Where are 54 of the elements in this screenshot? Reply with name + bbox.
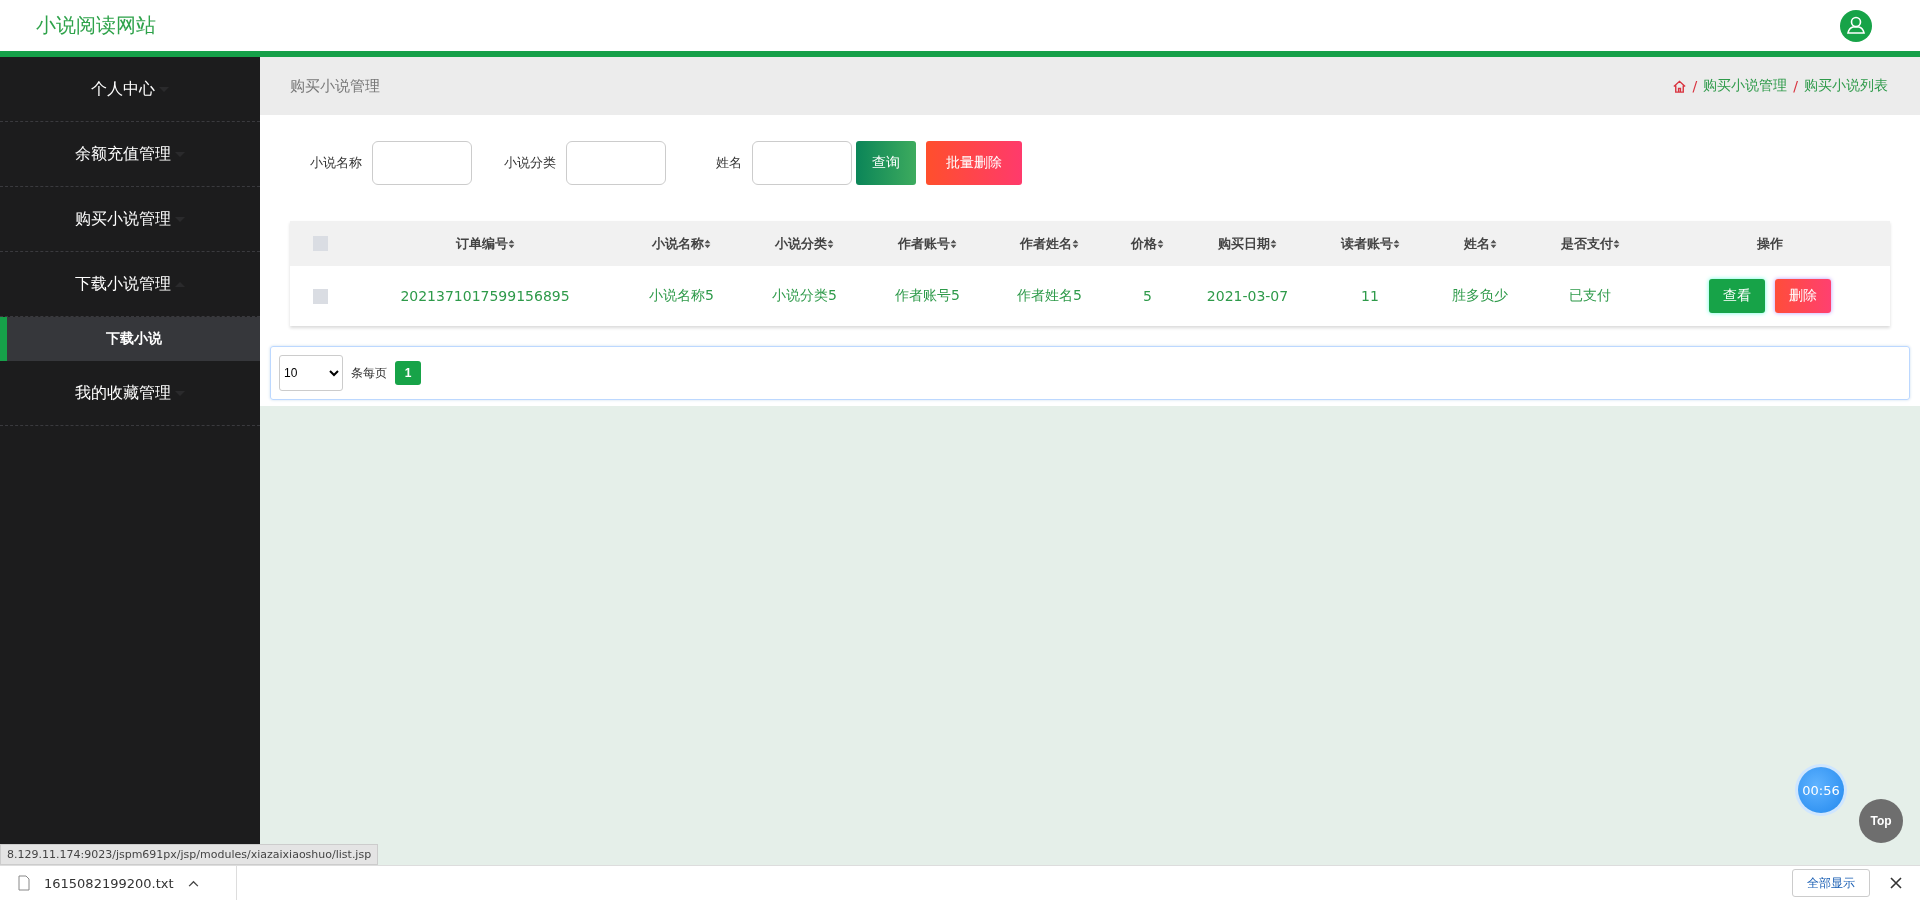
sort-icon[interactable] — [950, 238, 957, 249]
field-label: 小说分类 — [504, 154, 556, 172]
back-to-top-button[interactable]: Top — [1859, 799, 1903, 843]
checkbox[interactable] — [312, 288, 328, 304]
table-cell: 5 — [1143, 288, 1152, 304]
sort-icon[interactable] — [1270, 238, 1277, 249]
sort-icon[interactable] — [1489, 238, 1497, 249]
breadcrumb-separator: / — [1692, 78, 1698, 94]
column-header[interactable]: 作者账号 — [898, 234, 950, 253]
column-header[interactable]: 是否支付 — [1560, 234, 1613, 253]
table-cell: 2021-03-07 — [1206, 288, 1289, 304]
close-icon[interactable] — [1890, 877, 1902, 889]
table-cell: 11 — [1361, 288, 1379, 304]
sort-icon[interactable] — [1072, 238, 1079, 249]
sort-icon[interactable] — [827, 238, 834, 249]
column-header[interactable]: 姓名 — [1463, 234, 1490, 253]
file-icon — [18, 875, 30, 891]
input-field[interactable] — [566, 141, 666, 185]
per-page-label: 条每页 — [351, 364, 387, 382]
table-cell: 已支付 — [1569, 287, 1611, 305]
column-header[interactable]: 购买日期 — [1218, 234, 1270, 253]
sort-icon[interactable] — [704, 238, 711, 249]
page-size-select[interactable]: 10 — [279, 355, 343, 391]
column-header[interactable]: 作者姓名 — [1020, 234, 1072, 253]
show-all-button[interactable]: 全部显示 — [1792, 869, 1870, 897]
field-label: 姓名 — [716, 154, 742, 172]
table-cell: 小说名称5 — [649, 287, 714, 305]
status-url: 8.129.11.174:9023/jspm691px/jsp/modules/xiazaixiaoshuo/list.jsp — [0, 844, 379, 865]
chevron-up-icon[interactable] — [187, 879, 199, 887]
column-header[interactable]: 订单编号 — [455, 234, 508, 253]
column-header[interactable]: 小说分类 — [775, 234, 827, 253]
table-cell: 作者账号5 — [895, 287, 960, 305]
column-header: 操作 — [1757, 234, 1783, 253]
home-icon[interactable] — [1671, 78, 1687, 94]
sort-icon[interactable] — [1612, 238, 1620, 249]
breadcrumb-separator: / — [1793, 78, 1798, 94]
user-avatar-icon[interactable] — [1840, 9, 1872, 42]
query-button[interactable]: 查询 — [856, 141, 916, 185]
input-field[interactable] — [372, 141, 472, 185]
page-title: 购买小说管理 — [290, 76, 380, 96]
table-cell: 胜多负少 — [1452, 287, 1508, 305]
sort-icon[interactable] — [1157, 238, 1164, 249]
column-header[interactable]: 读者账号 — [1340, 234, 1393, 253]
column-header[interactable]: 价格 — [1131, 234, 1157, 253]
sort-icon[interactable] — [1392, 238, 1400, 249]
sort-icon[interactable] — [507, 238, 515, 249]
input-field[interactable] — [752, 141, 852, 185]
sidebar-subitem[interactable]: 下载小说 — [0, 317, 260, 361]
downloaded-file-name[interactable]: 1615082199200.txt — [44, 875, 174, 891]
table-cell: 2021371017599156895 — [400, 288, 570, 304]
table-cell: 作者姓名5 — [1017, 287, 1082, 305]
field-label: 小说名称 — [310, 154, 362, 172]
column-header[interactable]: 小说名称 — [652, 234, 704, 253]
table-cell: 小说分类5 — [772, 287, 837, 305]
